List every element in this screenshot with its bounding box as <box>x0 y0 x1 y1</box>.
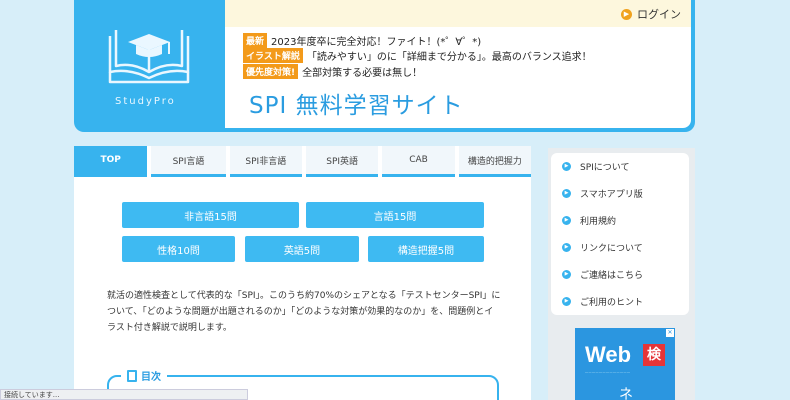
sidebar-item-contact[interactable]: ▶ ご連絡はこちら <box>551 261 689 288</box>
ad-ken-badge: 検 <box>643 344 665 366</box>
clipboard-icon <box>127 369 137 382</box>
sidebar-item-app[interactable]: ▶ スマホアプリ版 <box>551 180 689 207</box>
seikaku-quiz-button[interactable]: 性格10問 <box>122 236 235 262</box>
arrow-right-icon: ▶ <box>621 8 632 20</box>
sidebar-item-label: スマホアプリ版 <box>580 190 643 200</box>
toc-header[interactable]: 目次 <box>121 368 167 383</box>
login-bar: ▶ ログイン <box>225 0 691 27</box>
web-kentei-ad[interactable]: ✕ Web 検 ――――――――――――― ネ <box>575 328 675 400</box>
site-title[interactable]: SPI 無料学習サイト <box>249 86 464 120</box>
header-panel: ▶ ログイン 最新 2023年度卒に完全対応！ファイト！(*゜∀゜*) イラスト… <box>225 0 691 128</box>
sidebar-item-links[interactable]: ▶ リンクについて <box>551 234 689 261</box>
notice-tag: 最新 <box>243 33 268 48</box>
sidebar-item-label: ご連絡はこちら <box>580 271 644 281</box>
notice-tag: 優先度対策! <box>243 64 299 79</box>
ad-subtitle: ――――――――――――― <box>585 370 631 374</box>
notice-illustration: イラスト解説 「読みやすい」のに「詳細まで分かる」。最高のバランス追求！ <box>243 48 592 63</box>
sidebar-item-label: ご利用のヒント <box>580 298 644 308</box>
tab-spi-eigo[interactable]: SPI英語 <box>305 146 379 177</box>
tab-top[interactable]: TOP <box>74 146 148 177</box>
chevron-right-icon: ▶ <box>562 270 571 279</box>
tab-spi-gengo[interactable]: SPI言語 <box>151 146 226 177</box>
ad-web-text: Web <box>585 342 632 367</box>
notice-priority: 優先度対策! 全部対策する必要は無し！ <box>243 64 422 79</box>
intro-text: 就活の適性検査として代表的な「SPI」。このうち約70%のシェアとなる「テストセ… <box>107 291 501 333</box>
nav-tabs: TOP SPI言語 SPI非言語 SPI英語 CAB 構造的把握力 <box>74 146 532 180</box>
gengo-quiz-button[interactable]: 言語15問 <box>306 202 484 228</box>
sidebar-menu: ▶ SPIについて ▶ スマホアプリ版 ▶ 利用規約 ▶ リンクについて ▶ ご… <box>551 153 689 315</box>
sidebar-item-about-spi[interactable]: ▶ SPIについて <box>551 153 689 180</box>
tab-cab[interactable]: CAB <box>382 146 455 177</box>
notice-text: 2023年度卒に完全対応！ファイト！(*゜∀゜*) <box>271 37 482 48</box>
chevron-right-icon: ▶ <box>562 297 571 306</box>
sidebar: ▶ SPIについて ▶ スマホアプリ版 ▶ 利用規約 ▶ リンクについて ▶ ご… <box>548 148 695 400</box>
kouzou-quiz-button[interactable]: 構造把握5問 <box>368 236 484 262</box>
notice-tag: イラスト解説 <box>243 48 303 63</box>
main-content: TOP SPI言語 SPI非言語 SPI英語 CAB 構造的把握力 非言語15問… <box>74 146 532 400</box>
site-logo[interactable]: StudyPro <box>74 0 225 128</box>
sidebar-item-terms[interactable]: ▶ 利用規約 <box>551 207 689 234</box>
sidebar-item-label: SPIについて <box>580 163 630 173</box>
sidebar-item-label: リンクについて <box>580 244 643 254</box>
site-header: StudyPro ▶ ログイン 最新 2023年度卒に完全対応！ファイト！(*゜… <box>74 0 695 132</box>
ad-close-icon[interactable]: ✕ <box>666 329 674 337</box>
graduation-book-icon <box>108 30 190 84</box>
ad-bottom-text: ネ <box>619 387 633 400</box>
toc-label: 目次 <box>141 372 161 383</box>
notice-text: 「読みやすい」のに「詳細まで分かる」。最高のバランス追求！ <box>306 52 592 63</box>
notice-text: 全部対策する必要は無し！ <box>302 68 423 79</box>
login-label: ログイン <box>637 8 681 21</box>
sidebar-item-label: 利用規約 <box>580 217 617 227</box>
eigo-quiz-button[interactable]: 英語5問 <box>245 236 359 262</box>
tab-kouzou[interactable]: 構造的把握力 <box>458 146 532 177</box>
login-link[interactable]: ▶ ログイン <box>621 6 681 22</box>
browser-status-bar: 接続しています... <box>0 389 248 400</box>
chevron-right-icon: ▶ <box>562 216 571 225</box>
notice-latest: 最新 2023年度卒に完全対応！ファイト！(*゜∀゜*) <box>243 33 481 48</box>
tab-spi-higengo[interactable]: SPI非言語 <box>229 146 302 177</box>
chevron-right-icon: ▶ <box>562 162 571 171</box>
logo-text: StudyPro <box>115 96 176 107</box>
chevron-right-icon: ▶ <box>562 243 571 252</box>
sidebar-item-hints[interactable]: ▶ ご利用のヒント <box>551 288 689 315</box>
nongengo-quiz-button[interactable]: 非言語15問 <box>122 202 299 228</box>
chevron-right-icon: ▶ <box>562 189 571 198</box>
